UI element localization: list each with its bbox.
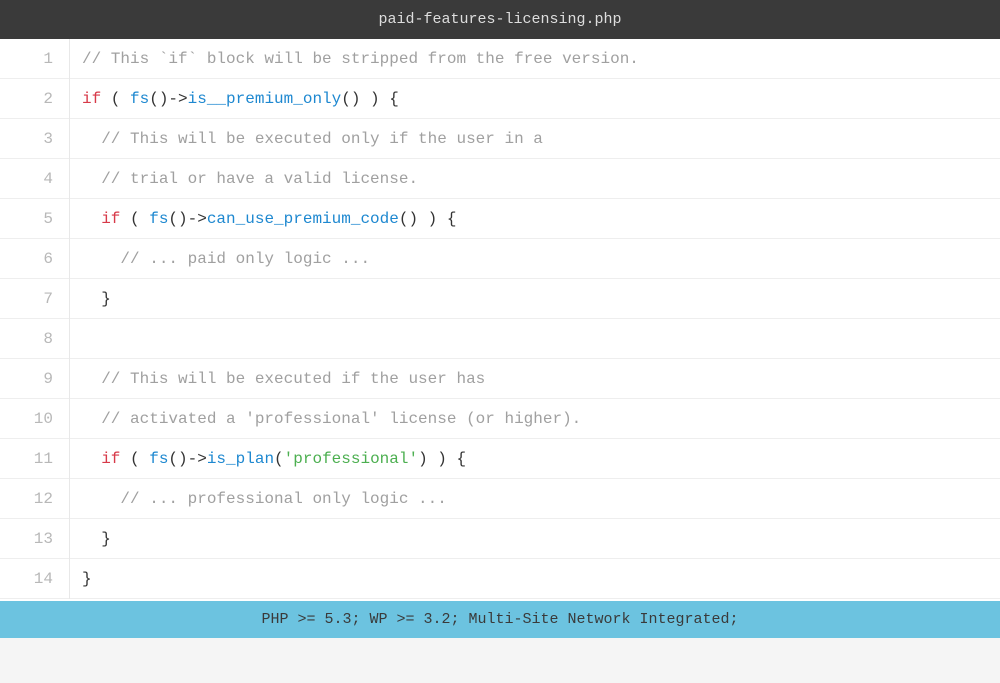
- comment-token: // This `if` block will be stripped from…: [82, 50, 639, 68]
- line-number: 7: [0, 279, 69, 319]
- punct-token: (: [120, 450, 149, 468]
- keyword-token: if: [82, 90, 101, 108]
- code-line[interactable]: }: [70, 279, 1000, 319]
- keyword-token: if: [101, 210, 120, 228]
- comment-token: // activated a 'professional' license (o…: [101, 410, 581, 428]
- code-line[interactable]: // ... paid only logic ...: [70, 239, 1000, 279]
- code-line[interactable]: [70, 319, 1000, 359]
- punct-token: ) ) {: [418, 450, 466, 468]
- punct-token: ()->: [168, 450, 206, 468]
- line-number: 13: [0, 519, 69, 559]
- punct-token: (: [101, 90, 130, 108]
- comment-token: // This will be executed if the user has: [101, 370, 485, 388]
- line-number: 5: [0, 199, 69, 239]
- function-token: fs: [149, 450, 168, 468]
- line-number: 11: [0, 439, 69, 479]
- keyword-token: if: [101, 450, 120, 468]
- punct-token: }: [101, 530, 111, 548]
- punct-token: (: [120, 210, 149, 228]
- code-line[interactable]: // This will be executed if the user has: [70, 359, 1000, 399]
- code-line[interactable]: // trial or have a valid license.: [70, 159, 1000, 199]
- status-bar: PHP >= 5.3; WP >= 3.2; Multi-Site Networ…: [0, 601, 1000, 638]
- method-token: can_use_premium_code: [207, 210, 399, 228]
- code-line[interactable]: }: [70, 519, 1000, 559]
- code-line[interactable]: // This will be executed only if the use…: [70, 119, 1000, 159]
- line-number: 1: [0, 39, 69, 79]
- editor-title: paid-features-licensing.php: [0, 0, 1000, 39]
- line-number: 3: [0, 119, 69, 159]
- code-line[interactable]: if ( fs()->is__premium_only() ) {: [70, 79, 1000, 119]
- code-lines[interactable]: // This `if` block will be stripped from…: [70, 39, 1000, 599]
- function-token: fs: [149, 210, 168, 228]
- line-number: 2: [0, 79, 69, 119]
- punct-token: ()->: [149, 90, 187, 108]
- function-token: fs: [130, 90, 149, 108]
- code-line[interactable]: // activated a 'professional' license (o…: [70, 399, 1000, 439]
- line-number: 4: [0, 159, 69, 199]
- line-number: 12: [0, 479, 69, 519]
- code-area: 1 2 3 4 5 6 7 8 9 10 11 12 13 14 // This…: [0, 39, 1000, 599]
- punct-token: }: [101, 290, 111, 308]
- punct-token: (: [274, 450, 284, 468]
- punct-token: () ) {: [399, 210, 457, 228]
- code-line[interactable]: }: [70, 559, 1000, 599]
- line-number-gutter: 1 2 3 4 5 6 7 8 9 10 11 12 13 14: [0, 39, 70, 599]
- code-line[interactable]: // ... professional only logic ...: [70, 479, 1000, 519]
- line-number: 14: [0, 559, 69, 599]
- punct-token: () ) {: [341, 90, 399, 108]
- code-editor: paid-features-licensing.php 1 2 3 4 5 6 …: [0, 0, 1000, 638]
- punct-token: }: [82, 570, 92, 588]
- line-number: 6: [0, 239, 69, 279]
- line-number: 9: [0, 359, 69, 399]
- line-number: 8: [0, 319, 69, 359]
- string-token: 'professional': [284, 450, 418, 468]
- code-line[interactable]: // This `if` block will be stripped from…: [70, 39, 1000, 79]
- method-token: is__premium_only: [188, 90, 342, 108]
- comment-token: // ... professional only logic ...: [120, 490, 446, 508]
- method-token: is_plan: [207, 450, 274, 468]
- punct-token: ()->: [168, 210, 206, 228]
- line-number: 10: [0, 399, 69, 439]
- code-line[interactable]: if ( fs()->is_plan('professional') ) {: [70, 439, 1000, 479]
- comment-token: // ... paid only logic ...: [120, 250, 370, 268]
- code-line[interactable]: if ( fs()->can_use_premium_code() ) {: [70, 199, 1000, 239]
- comment-token: // trial or have a valid license.: [101, 170, 418, 188]
- comment-token: // This will be executed only if the use…: [101, 130, 543, 148]
